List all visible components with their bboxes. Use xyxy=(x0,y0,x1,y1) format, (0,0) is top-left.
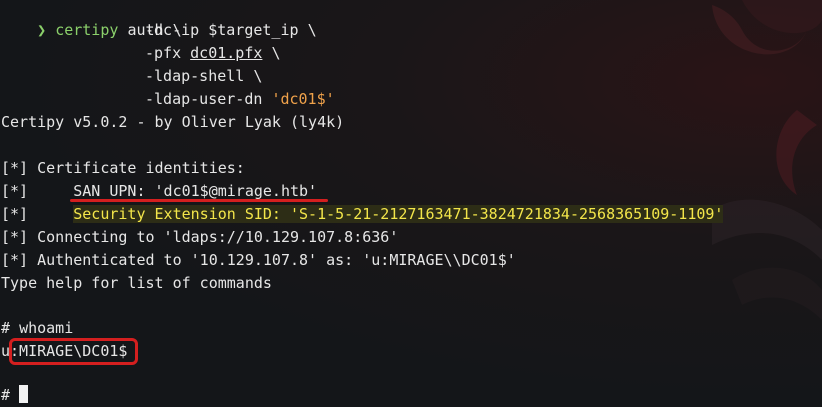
san-upn-value: SAN UPN: 'dc01$@mirage.htb' xyxy=(73,182,318,200)
command-arg-pfx: -pfx dc01.pfx \ xyxy=(145,44,281,62)
annotation-underline xyxy=(70,199,328,202)
authenticated-line: [*] Authenticated to '10.129.107.8' as: … xyxy=(1,251,516,269)
shell-command-line: # whoami xyxy=(1,319,74,337)
command-program: certipy xyxy=(55,21,119,39)
certipy-banner: Certipy v5.0.2 - by Oliver Lyak (ly4k) xyxy=(1,113,345,131)
sid-value-highlight: Security Extension SID: 'S-1-5-21-212716… xyxy=(73,205,724,223)
pfx-filename: dc01.pfx xyxy=(190,44,263,62)
help-hint: Type help for list of commands xyxy=(1,274,272,292)
text-cursor[interactable] xyxy=(19,385,29,403)
sid-line: [*] Security Extension SID: 'S-1-5-21-21… xyxy=(1,205,724,223)
shell-prompt: # xyxy=(1,386,11,404)
prompt-arrow-icon: ❯ xyxy=(37,21,47,39)
terminal-window[interactable]: ❯ certipy auth \ -dc-ip $target_ip \ -pf… xyxy=(0,0,822,407)
command-arg-ldap-user-dn: -ldap-user-dn 'dc01$' xyxy=(145,90,335,108)
command-line-1: ❯ certipy auth \ xyxy=(1,0,182,39)
connecting-line: [*] Connecting to 'ldaps://10.129.107.8:… xyxy=(1,228,399,246)
annotation-box xyxy=(9,338,138,365)
command-arg-ldap-shell: -ldap-shell \ xyxy=(145,67,263,85)
identities-header: [*] Certificate identities: xyxy=(1,159,245,177)
shell-command: whoami xyxy=(19,319,74,337)
shell-prompt-line[interactable]: # xyxy=(1,384,29,407)
command-arg-dc-ip: -dc-ip $target_ip \ xyxy=(145,21,317,39)
